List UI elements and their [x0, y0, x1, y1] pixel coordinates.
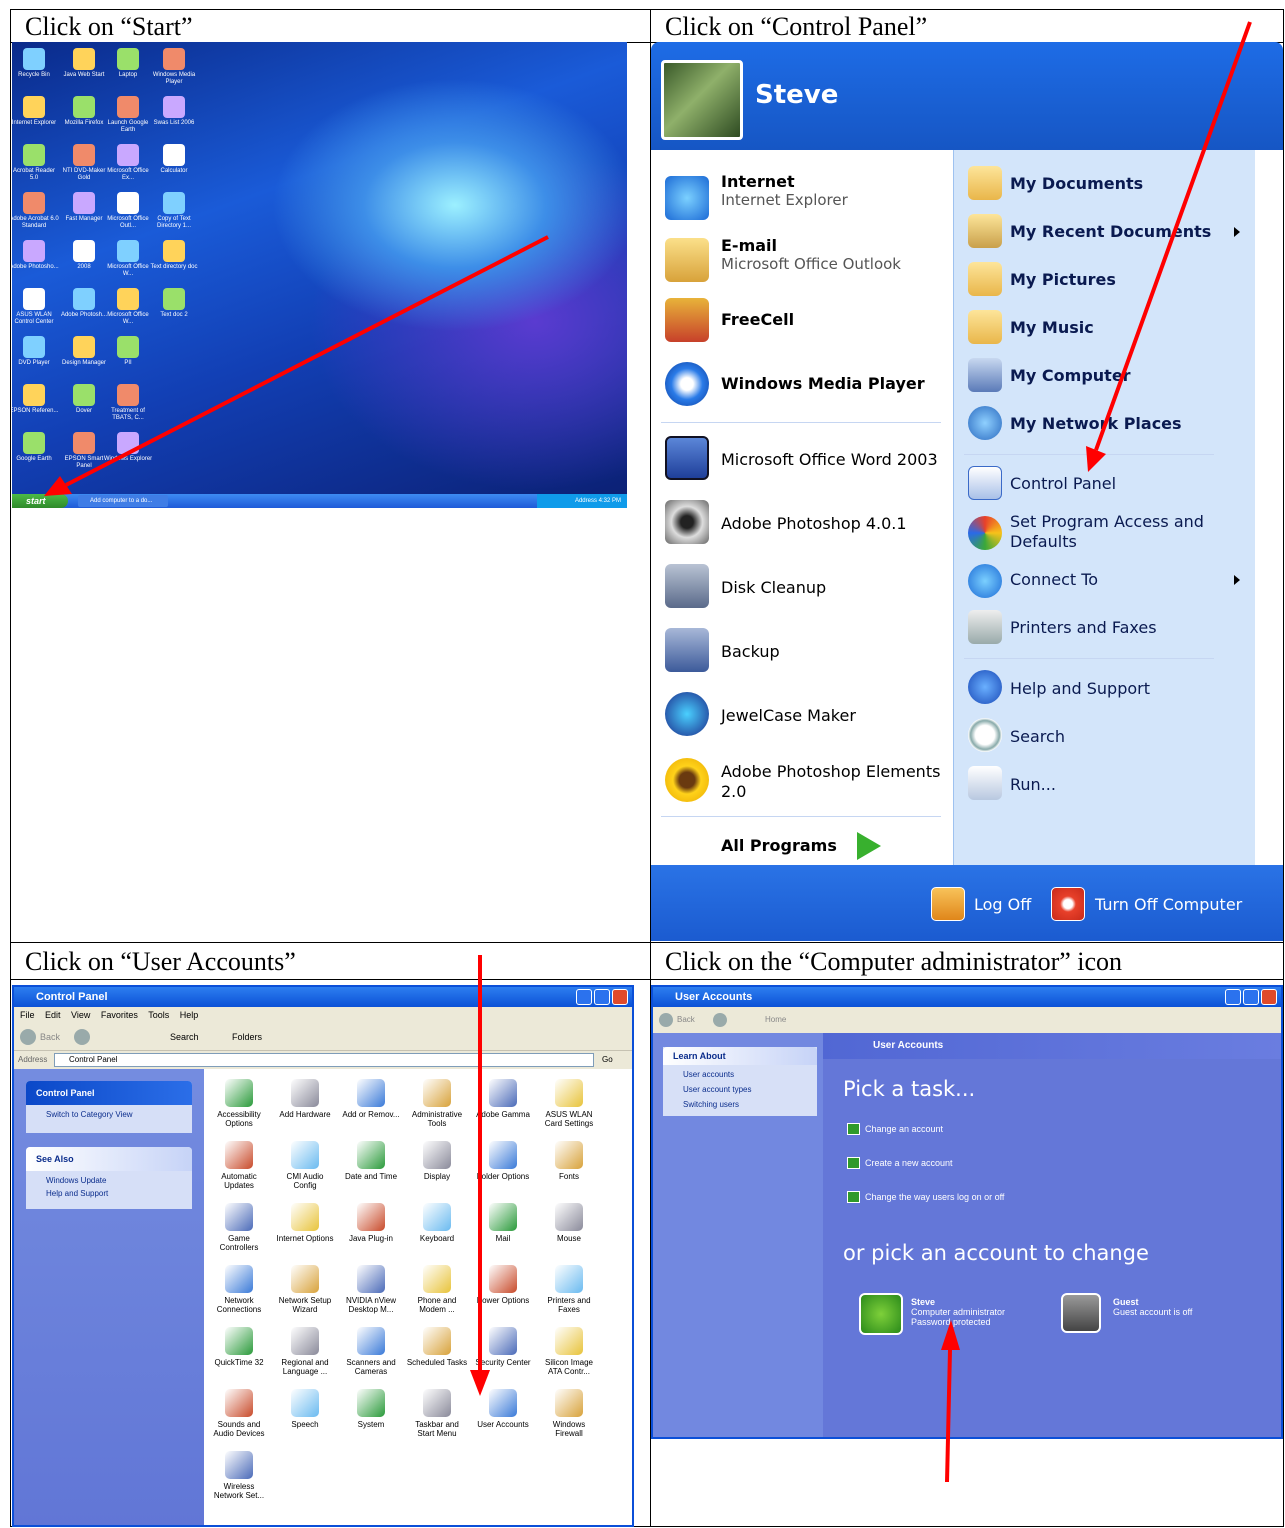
arrows-overlay: [44, 21, 1252, 1483]
arrowhead: [941, 1320, 960, 1350]
arrowhead: [470, 1370, 490, 1396]
arrow-to-start: [65, 235, 549, 487]
arrow-to-control-panel: [1094, 21, 1252, 451]
arrow-to-admin-icon: [945, 1349, 952, 1483]
